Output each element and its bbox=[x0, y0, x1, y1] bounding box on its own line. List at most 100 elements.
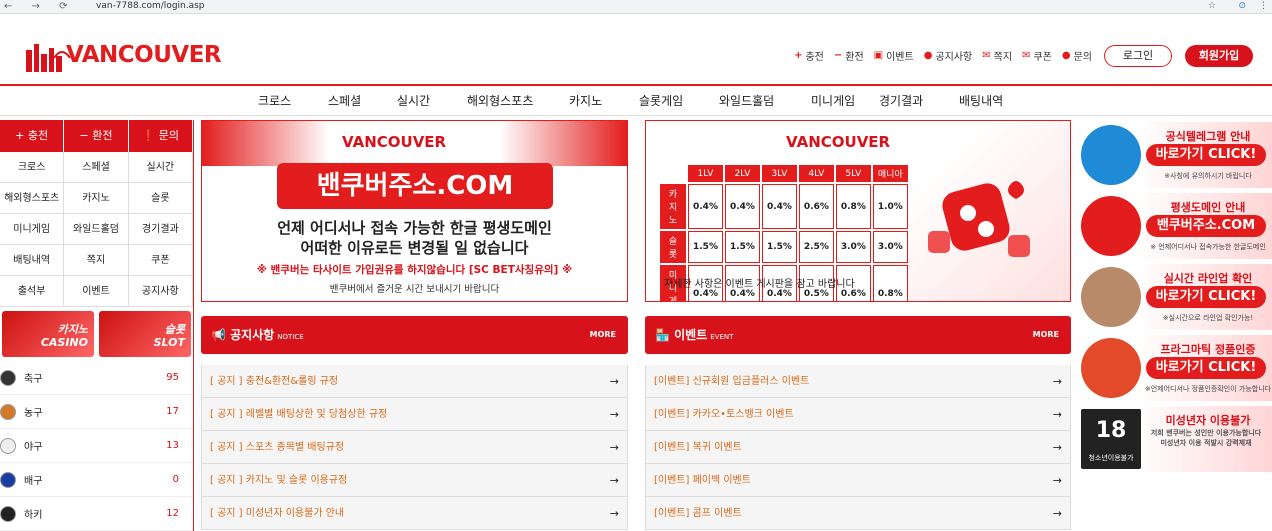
sidebar-menu-item[interactable]: 크로스 bbox=[0, 152, 65, 183]
top-menu-item[interactable]: ✉ 쪽지 bbox=[982, 48, 1012, 63]
address-bar[interactable]: van-7788.com/login.asp bbox=[96, 0, 205, 13]
event-link[interactable]: [이벤트] 카카오•토스뱅크 이벤트 bbox=[654, 409, 794, 420]
arrow-right-icon: → bbox=[1052, 375, 1062, 388]
notice-link[interactable]: [ 공지 ] 스포츠 종목별 배팅규정 bbox=[210, 442, 344, 453]
notice-row[interactable]: [ 공지 ] 카지노 및 슬롯 이용규정 → bbox=[201, 464, 628, 497]
promo-card[interactable]: 실시간 라인업 확인 바로가기 CLICK! ※실시간으로 라인업 확인가능! bbox=[1078, 264, 1272, 330]
site-logo[interactable]: VANCOUVER bbox=[24, 36, 222, 74]
event-more-link[interactable]: MORE bbox=[1033, 316, 1059, 354]
browser-menu-icon[interactable]: ⋮ bbox=[1259, 0, 1268, 13]
rate-cell: 0.8% bbox=[835, 184, 871, 229]
promo-button[interactable]: 바로가기 CLICK! bbox=[1146, 357, 1266, 379]
notice-row[interactable]: [ 공지 ] 미성년자 이용불가 안내 → bbox=[201, 497, 628, 530]
sidebar-action-button[interactable]: + 충전 bbox=[0, 120, 65, 152]
rolling-banner[interactable]: VANCOUVER 1LV 2LV 3LV 4LV 5LV 매니아 카지노 0.4% 0.4% 0… bbox=[645, 120, 1071, 302]
banner-line-2: 어떠한 이유로든 변경될 일 없습니다 bbox=[300, 239, 529, 257]
chat-icon: ● bbox=[1061, 50, 1071, 61]
notice-link[interactable]: [ 공지 ] 레벨별 배팅상한 및 당첨상한 규정 bbox=[210, 409, 387, 420]
promo-button[interactable]: 밴쿠버주소.COM bbox=[1146, 215, 1266, 237]
main-nav-item[interactable]: 실시간 bbox=[397, 86, 467, 116]
promo-button[interactable]: 바로가기 CLICK! bbox=[1146, 144, 1266, 166]
main-nav-item[interactable]: 경기결과 bbox=[879, 86, 959, 116]
main-nav-item[interactable]: 와일드홀덤 bbox=[719, 86, 811, 116]
promo-title: 평생도메인 안내 bbox=[1170, 201, 1246, 214]
sport-row[interactable]: 배구 0 bbox=[0, 463, 193, 497]
browser-nav-icon[interactable]: ← → ⟳ bbox=[4, 0, 76, 13]
event-row[interactable]: [이벤트] 신규회원 입금플러스 이벤트 → bbox=[645, 365, 1071, 398]
event-row[interactable]: [이벤트] 복귀 이벤트 → bbox=[645, 431, 1071, 464]
main-nav-item[interactable]: 슬롯게임 bbox=[639, 86, 719, 116]
sidebar-menu-item[interactable]: 와일드홀덤 bbox=[64, 214, 129, 245]
sport-ball-icon bbox=[0, 369, 16, 386]
main-nav-item[interactable]: 미니게임 bbox=[811, 86, 879, 116]
top-menu-item[interactable]: ✉ 쿠폰 bbox=[1022, 48, 1052, 63]
sidebar-menu-item[interactable]: 쪽지 bbox=[64, 245, 129, 276]
sidebar-menu-item[interactable]: 슬롯 bbox=[128, 183, 193, 214]
sport-row[interactable]: 농구 17 bbox=[0, 395, 193, 429]
sidebar-menu-item[interactable]: 카지노 bbox=[64, 183, 129, 214]
sidebar-action-button[interactable]: ❗ 문의 bbox=[128, 120, 193, 152]
top-menu-label: 이벤트 bbox=[886, 52, 914, 63]
promo-title: 실시간 라인업 확인 bbox=[1163, 272, 1253, 285]
percent-dice-icon bbox=[928, 181, 1030, 257]
top-menu-item[interactable]: − 환전 bbox=[834, 48, 864, 63]
main-nav-item[interactable]: 카지노 bbox=[569, 86, 639, 116]
main-nav-item[interactable]: 크로스 bbox=[258, 86, 328, 116]
main-nav-item[interactable]: 스페셜 bbox=[328, 86, 397, 116]
sidebar-menu-item[interactable]: 쿠폰 bbox=[128, 245, 193, 276]
sidebar-menu-item[interactable]: 배팅내역 bbox=[0, 245, 65, 276]
arrow-right-icon: → bbox=[1052, 507, 1062, 520]
top-menu-item[interactable]: ● 공지사항 bbox=[924, 48, 973, 63]
promo-card[interactable]: 프라그마틱 정품인증 바로가기 CLICK! ※언제어디서나 정품인증확인이 가능합… bbox=[1078, 335, 1272, 401]
notice-row[interactable]: [ 공지 ] 충전&환전&롤링 규정 → bbox=[201, 365, 628, 398]
top-menu-item[interactable]: + 충전 bbox=[794, 48, 824, 63]
sidebar-menu-item[interactable]: 스페셜 bbox=[64, 152, 129, 183]
notice-link[interactable]: [ 공지 ] 카지노 및 슬롯 이용규정 bbox=[210, 475, 347, 486]
sidebar-menu-item[interactable]: 공지사항 bbox=[128, 276, 193, 307]
banner-line-1: 언제 어디서나 접속 가능한 한글 평생도메인 bbox=[277, 219, 552, 237]
promo-card[interactable]: 공식텔레그램 안내 바로가기 CLICK! ※사칭에 유의하시기 바랍니다 bbox=[1078, 122, 1272, 188]
notice-row[interactable]: [ 공지 ] 레벨별 배팅상한 및 당첨상한 규정 → bbox=[201, 398, 628, 431]
promo-button[interactable]: 저희 밴쿠버는 성인만 이용가능합니다 미성년자 이용 적발시 강력제재 bbox=[1146, 428, 1266, 452]
event-row[interactable]: [이벤트] 콤프 이벤트 → bbox=[645, 497, 1071, 530]
arrow-right-icon: → bbox=[1052, 441, 1062, 454]
login-button[interactable]: 로그인 bbox=[1104, 45, 1172, 67]
game-banner[interactable]: 카지노 CASINO bbox=[2, 311, 94, 357]
sidebar-action-button[interactable]: − 환전 bbox=[64, 120, 129, 152]
domain-banner[interactable]: VANCOUVER 밴쿠버주소.COM 언제 어디서나 접속 가능한 한글 평생… bbox=[201, 120, 628, 302]
event-link[interactable]: [이벤트] 페이백 이벤트 bbox=[654, 475, 751, 486]
notice-more-link[interactable]: MORE bbox=[590, 316, 616, 354]
main-nav-item[interactable]: 해외형스포츠 bbox=[467, 86, 569, 116]
sport-row[interactable]: 축구 95 bbox=[0, 361, 193, 395]
event-link[interactable]: [이벤트] 콤프 이벤트 bbox=[654, 508, 742, 519]
promo-title: 미성년자 이용불가 bbox=[1165, 414, 1251, 427]
account-icon[interactable]: ⊙ bbox=[1238, 0, 1246, 13]
sidebar-menu-item[interactable]: 실시간 bbox=[128, 152, 193, 183]
sidebar-menu-item[interactable]: 출석부 bbox=[0, 276, 65, 307]
game-banner[interactable]: 슬롯 SLOT bbox=[99, 311, 191, 357]
banner-brand: VANCOUVER bbox=[342, 133, 447, 151]
top-menu-item[interactable]: ▣ 이벤트 bbox=[874, 48, 914, 63]
sport-row[interactable]: 하키 12 bbox=[0, 497, 193, 531]
sidebar-menu-item[interactable]: 해외형스포츠 bbox=[0, 183, 65, 214]
promo-card[interactable]: 18 청소년이용불가 미성년자 이용불가 저희 밴쿠버는 성인만 이용가능합니다 미성… bbox=[1078, 406, 1272, 472]
join-button[interactable]: 회원가입 bbox=[1185, 45, 1253, 67]
notice-link[interactable]: [ 공지 ] 충전&환전&롤링 규정 bbox=[210, 376, 338, 387]
top-menu-item[interactable]: ● 문의 bbox=[1062, 48, 1092, 63]
event-row[interactable]: [이벤트] 페이백 이벤트 → bbox=[645, 464, 1071, 497]
sport-count: 95 bbox=[166, 372, 179, 383]
sport-count: 17 bbox=[166, 406, 179, 417]
notice-row[interactable]: [ 공지 ] 스포츠 종목별 배팅규정 → bbox=[201, 431, 628, 464]
sport-row[interactable]: 야구 13 bbox=[0, 429, 193, 463]
bookmark-star-icon[interactable]: ☆ bbox=[1208, 0, 1216, 13]
notice-link[interactable]: [ 공지 ] 미성년자 이용불가 안내 bbox=[210, 508, 344, 519]
sidebar-menu-item[interactable]: 이벤트 bbox=[64, 276, 129, 307]
main-nav-item[interactable]: 배팅내역 bbox=[959, 86, 1019, 116]
sidebar-menu-item[interactable]: 미니게임 bbox=[0, 214, 65, 245]
event-row[interactable]: [이벤트] 카카오•토스뱅크 이벤트 → bbox=[645, 398, 1071, 431]
promo-button[interactable]: 바로가기 CLICK! bbox=[1146, 286, 1266, 308]
event-link[interactable]: [이벤트] 신규회원 입금플러스 이벤트 bbox=[654, 376, 809, 387]
promo-card[interactable]: 평생도메인 안내 밴쿠버주소.COM ※ 언제어디서나 접속가능한 한글도메인 bbox=[1078, 193, 1272, 259]
event-link[interactable]: [이벤트] 복귀 이벤트 bbox=[654, 442, 742, 453]
sidebar-menu-item[interactable]: 경기결과 bbox=[128, 214, 193, 245]
